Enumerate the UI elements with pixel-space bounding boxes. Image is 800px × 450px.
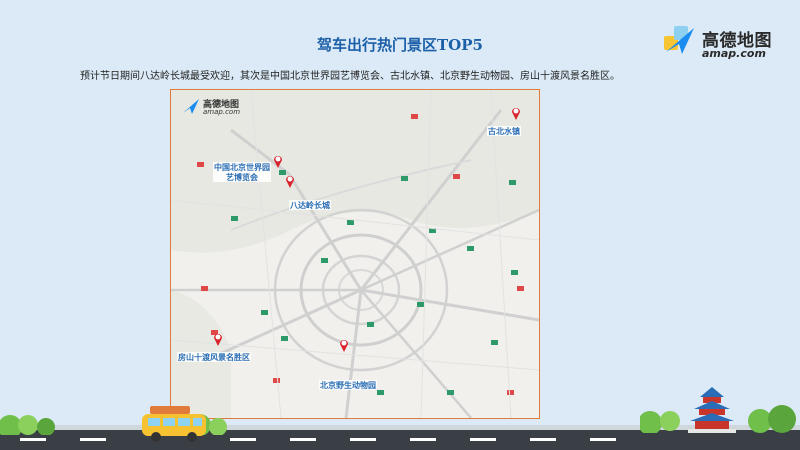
map-pin-4[interactable] xyxy=(339,338,349,352)
road-marking xyxy=(80,438,106,441)
place-label-1[interactable]: 八达岭长城 xyxy=(289,200,331,210)
road-marking xyxy=(20,438,46,441)
road-marking xyxy=(470,438,496,441)
tour-bus-icon xyxy=(142,406,206,442)
map-pin-5[interactable] xyxy=(213,332,223,346)
road-marking xyxy=(290,438,316,441)
map-pin-3[interactable] xyxy=(511,106,521,120)
road-marking xyxy=(230,438,256,441)
place-label-5[interactable]: 房山十渡风景名胜区 xyxy=(177,352,251,362)
temple-of-heaven-icon xyxy=(640,387,796,433)
road-marking xyxy=(530,438,556,441)
page-description: 预计节日期间八达岭长城最受欢迎，其次是中国北京世界园艺博览会、古北水镇、北京野生… xyxy=(80,71,620,82)
place-label-3[interactable]: 古北水镇 xyxy=(487,126,521,136)
map-pin-2[interactable] xyxy=(273,154,283,168)
road-marking xyxy=(350,438,376,441)
place-label-4[interactable]: 北京野生动物园 xyxy=(319,380,377,390)
map-panel[interactable]: 高德地图 amap.com 八达岭长城 中国北京世界园艺博览会 古北水镇 北京野… xyxy=(170,89,540,419)
brand-url: amap.com xyxy=(702,47,766,60)
map-pin-1[interactable] xyxy=(285,174,295,188)
map-watermark: 高德地图 amap.com xyxy=(181,96,241,120)
amap-logo-icon xyxy=(664,26,694,54)
road-marking xyxy=(410,438,436,441)
place-label-2[interactable]: 中国北京世界园艺博览会 xyxy=(213,162,271,182)
map-logo-url: amap.com xyxy=(203,108,241,116)
map-background xyxy=(171,90,539,418)
amap-brand: 高德地图 amap.com xyxy=(662,22,782,66)
amap-small-logo-icon xyxy=(183,99,199,114)
road-marking xyxy=(590,438,616,441)
